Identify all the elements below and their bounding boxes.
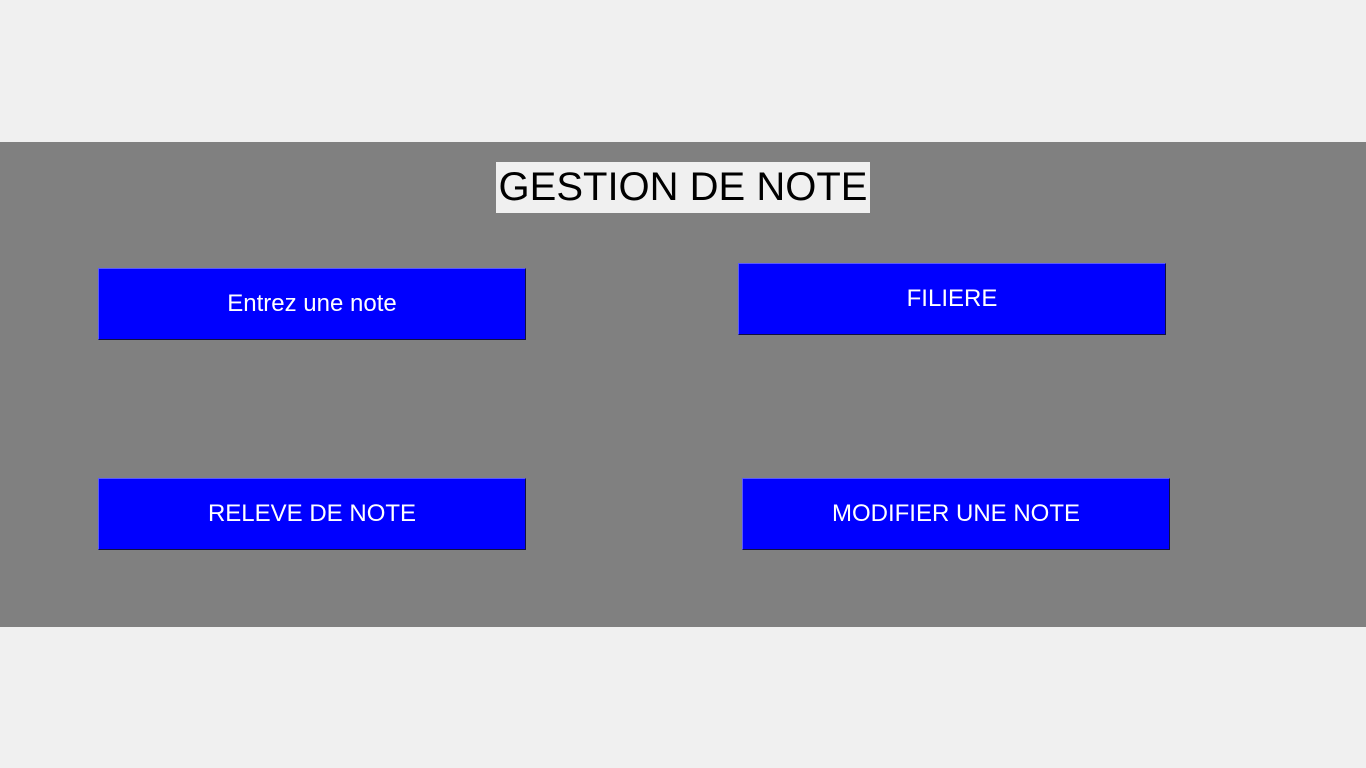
page-title: GESTION DE NOTE: [496, 162, 870, 213]
app-window: GESTION DE NOTE Entrez une note FILIERE …: [0, 0, 1366, 768]
main-panel: GESTION DE NOTE Entrez une note FILIERE …: [0, 142, 1366, 627]
releve-de-note-button[interactable]: RELEVE DE NOTE: [98, 478, 526, 550]
filiere-button[interactable]: FILIERE: [738, 263, 1166, 335]
enter-note-button[interactable]: Entrez une note: [98, 268, 526, 340]
modify-note-button[interactable]: MODIFIER UNE NOTE: [742, 478, 1170, 550]
